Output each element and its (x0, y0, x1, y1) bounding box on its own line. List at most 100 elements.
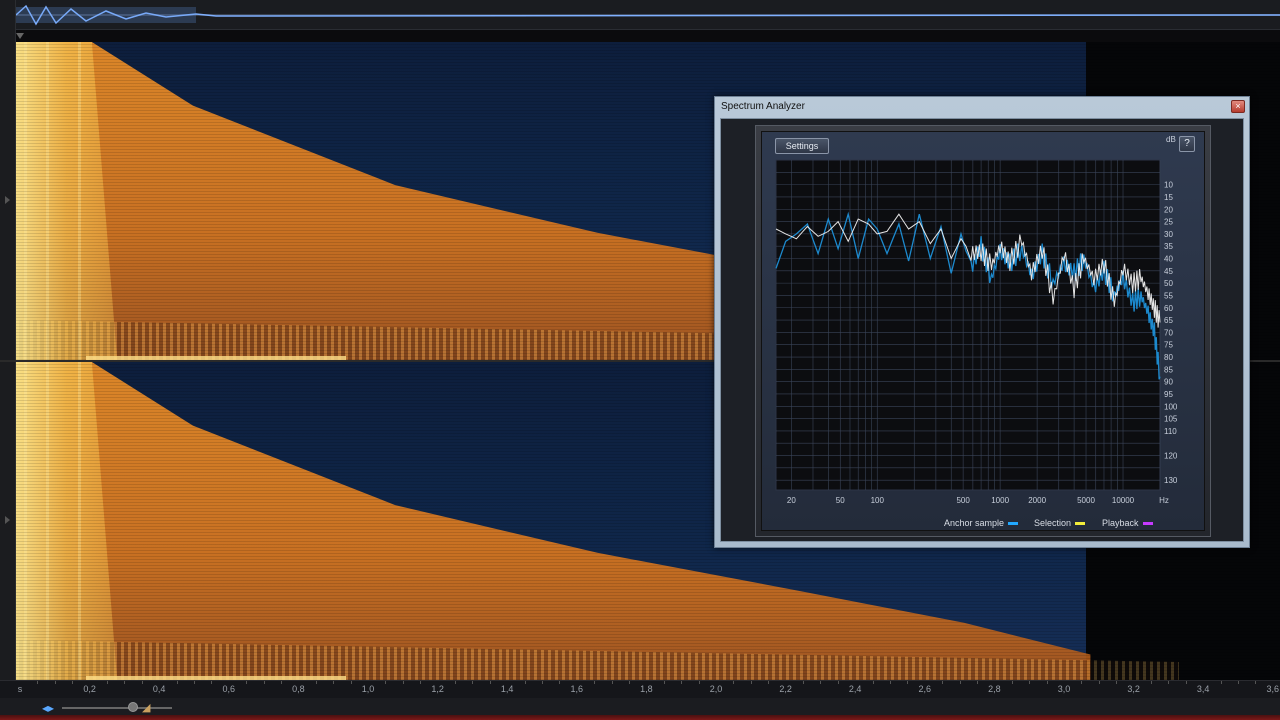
freq-tick-label: 50 (836, 496, 845, 505)
channel-gutter (0, 0, 16, 690)
time-ruler-minor-tick (54, 681, 56, 684)
zoom-slider-track[interactable] (62, 707, 172, 709)
db-tick-label: 60 (1164, 304, 1173, 313)
channel-2-marker (5, 516, 10, 524)
time-ruler-minor-tick (681, 681, 683, 684)
spectrum-plot[interactable]: dB 10 15 20 25 30 35 40 45 50 55 60 65 70 75 80 85 90 95 10… (762, 132, 1206, 532)
time-ruler-minor-tick (611, 681, 613, 684)
bottom-bar: ◂▸ ◢ (0, 698, 1280, 720)
close-icon[interactable]: × (1231, 100, 1245, 113)
time-ruler-minor-tick (263, 681, 265, 684)
channel-1-marker (5, 196, 10, 204)
time-ruler-minor-tick (246, 681, 248, 684)
time-ruler-minor-tick (803, 681, 804, 684)
legend-playback-label: Playback (1102, 518, 1139, 528)
time-ruler-minor-tick (281, 681, 282, 684)
legend-selection-label: Selection (1034, 518, 1072, 528)
time-ruler-label: 0,2 (83, 684, 96, 694)
freq-tick-label: 100 (871, 496, 885, 505)
time-ruler-minor-tick (942, 681, 944, 684)
time-ruler-minor-tick (1255, 681, 1257, 684)
legend-anchor-swatch (1008, 522, 1019, 526)
time-ruler-label: 2,0 (709, 684, 723, 694)
time-ruler-minor-tick (37, 681, 39, 684)
time-ruler-minor-tick (629, 681, 630, 684)
db-tick-label: 45 (1164, 267, 1173, 276)
time-ruler-minor-tick (907, 681, 909, 684)
freq-tick-label: 500 (956, 496, 970, 505)
time-ruler-minor-tick (542, 681, 543, 684)
time-ruler-minor-tick (315, 681, 317, 684)
db-tick-label: 25 (1164, 218, 1173, 227)
db-tick-label: 110 (1164, 427, 1177, 436)
analyzer-bezel: dB 10 15 20 25 30 35 40 45 50 55 60 65 70 75 80 85 90 95 10… (755, 125, 1211, 537)
legend-anchor-sample: Anchor sample (944, 518, 1019, 528)
time-ruler-minor-tick (959, 681, 961, 684)
time-ruler-minor-tick (733, 681, 735, 684)
freq-tick-label: 10000 (1112, 496, 1135, 505)
db-tick-label: 30 (1164, 230, 1173, 239)
zoom-slider-thumb[interactable] (128, 702, 138, 712)
time-ruler-minor-tick (820, 681, 822, 684)
db-tick-label: 85 (1164, 365, 1173, 374)
time-ruler-minor-tick (1151, 681, 1152, 684)
db-tick-label: 100 (1164, 402, 1178, 411)
overview-waveform[interactable] (16, 0, 1280, 30)
time-ruler-minor-tick (1238, 681, 1239, 684)
time-ruler-label: 1,8 (640, 684, 653, 694)
time-ruler-label: 3,4 (1196, 684, 1210, 694)
time-ruler-minor-tick (1029, 681, 1031, 684)
legend-selection-swatch (1075, 522, 1086, 526)
time-ruler-minor-tick (141, 681, 143, 684)
zoom-arrows-icon[interactable]: ◂▸ (42, 701, 54, 715)
time-ruler-minor-tick (420, 681, 422, 684)
time-ruler-minor-tick (385, 681, 387, 684)
time-ruler-minor-tick (350, 681, 352, 684)
playhead-marker[interactable] (16, 33, 24, 39)
freq-unit-label: Hz (1159, 496, 1169, 505)
time-ruler-label: 2,2 (779, 684, 792, 694)
legend-selection: Selection (1034, 518, 1086, 528)
time-ruler-minor-tick (890, 681, 891, 684)
time-ruler-label: 0,8 (292, 684, 305, 694)
time-ruler-minor-tick (455, 681, 456, 684)
time-ruler-minor-tick (1046, 681, 1048, 684)
time-ruler-minor-tick (402, 681, 404, 684)
time-ruler-minor-tick (194, 681, 195, 684)
spectrum-analyzer-window[interactable]: Spectrum Analyzer × dB 10 15 20 25 30 35 40 45 50… (714, 96, 1250, 548)
db-tick-label: 90 (1164, 378, 1173, 387)
legend-anchor-label: Anchor sample (944, 518, 1005, 528)
freq-tick-label: 5000 (1077, 496, 1095, 505)
time-ruler-minor-tick (72, 681, 74, 684)
freq-tick-label: 2000 (1028, 496, 1046, 505)
settings-button[interactable]: Settings (775, 138, 829, 154)
time-ruler-minor-tick (524, 681, 526, 684)
help-button[interactable]: ? (1179, 136, 1195, 152)
zoom-end-icon[interactable]: ◢ (142, 701, 150, 714)
time-ruler-label: 3,0 (1057, 684, 1071, 694)
time-ruler-minor-tick (124, 681, 126, 684)
db-tick-label: 20 (1164, 205, 1173, 214)
time-ruler[interactable]: s 0,2 0,4 0,6 0,8 1,0 1,2 1,4 1,6 1,8 2,0 2,2 2,4 2,6… (0, 680, 1280, 698)
legend-playback: Playback (1102, 518, 1153, 528)
time-ruler-minor-tick (107, 681, 108, 684)
time-ruler-minor-tick (176, 681, 178, 684)
db-tick-label: 15 (1164, 193, 1173, 202)
time-ruler-label: 1,6 (570, 684, 584, 694)
window-titlebar[interactable]: Spectrum Analyzer × (715, 97, 1249, 117)
time-ruler-minor-tick (663, 681, 665, 684)
db-tick-label: 95 (1164, 390, 1173, 399)
analyzer-panel: dB 10 15 20 25 30 35 40 45 50 55 60 65 70 75 80 85 90 95 10… (761, 131, 1205, 531)
time-ruler-minor-tick (977, 681, 978, 684)
time-ruler-label: 2,6 (918, 684, 932, 694)
db-tick-label: 120 (1164, 452, 1178, 461)
overview-waveform-graphic (16, 4, 1280, 26)
time-ruler-minor-tick (768, 681, 770, 684)
time-ruler-minor-tick (1116, 681, 1118, 684)
time-ruler-minor-tick (472, 681, 474, 684)
time-ruler-label: s (17, 684, 23, 694)
time-ruler-minor-tick (594, 681, 596, 684)
db-tick-label: 130 (1164, 476, 1178, 485)
status-strip (0, 715, 1280, 720)
time-ruler-minor-tick (1011, 681, 1013, 684)
